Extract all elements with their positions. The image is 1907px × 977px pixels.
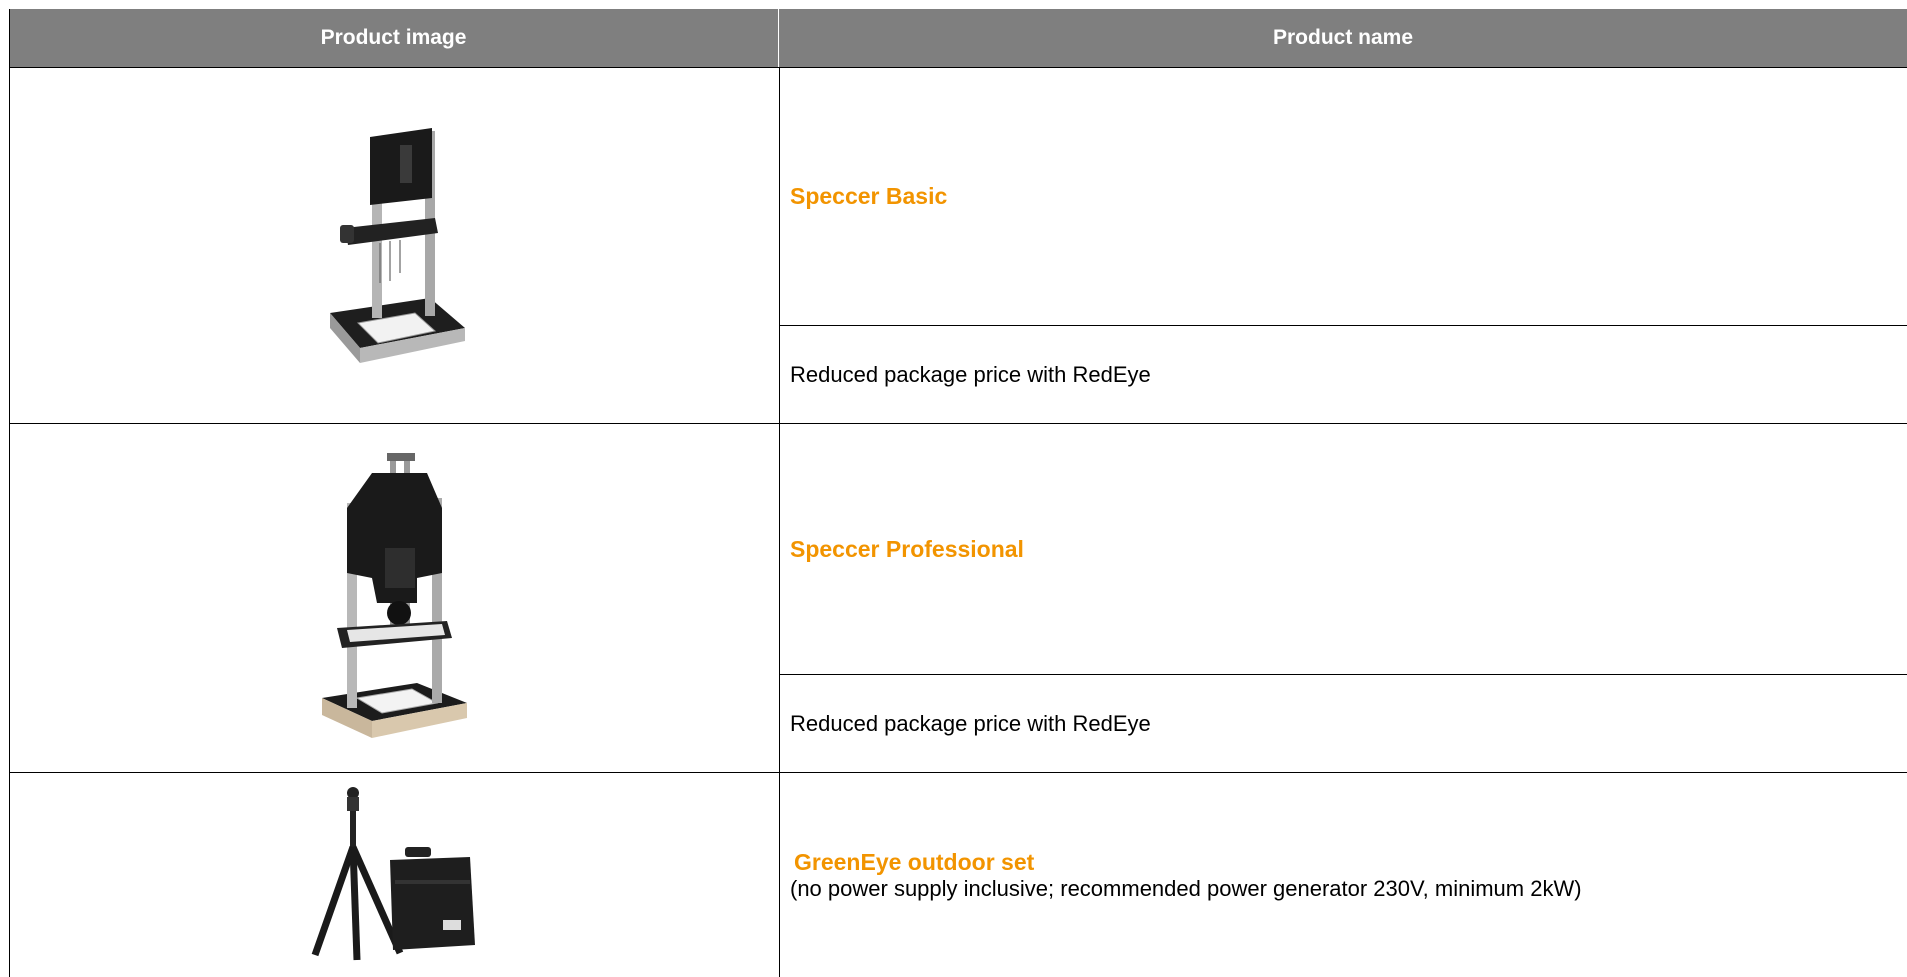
speccer-professional-stand-image bbox=[322, 453, 467, 738]
product-note: Reduced package price with RedEye bbox=[790, 361, 1151, 387]
product-table: Product image Product name Speccer Basic… bbox=[9, 9, 1907, 977]
product-note-cell: Reduced package price with RedEye bbox=[780, 326, 1907, 423]
product-name: GreenEye outdoor set bbox=[794, 848, 1035, 875]
product-name-cell: Speccer Professional bbox=[780, 424, 1907, 674]
product-name: Speccer Basic bbox=[790, 183, 948, 209]
product-image-cell bbox=[10, 773, 779, 977]
product-name-cell: Speccer Basic bbox=[780, 68, 1907, 325]
header-product-image: Product image bbox=[9, 9, 779, 67]
product-note: Reduced package price with RedEye bbox=[790, 710, 1151, 736]
speccer-basic-stand-image bbox=[329, 128, 465, 363]
product-note: (no power supply inclusive; recommended … bbox=[790, 875, 1582, 901]
greeneye-tripod-case-image bbox=[311, 787, 475, 961]
product-image-cell bbox=[10, 68, 779, 423]
product-note-cell: Reduced package price with RedEye bbox=[780, 675, 1907, 772]
product-name: Speccer Professional bbox=[790, 535, 1024, 562]
product-name-cell: GreenEye outdoor set (no power supply in… bbox=[780, 773, 1907, 977]
header-product-name: Product name bbox=[779, 9, 1907, 67]
product-image-cell bbox=[10, 424, 779, 772]
